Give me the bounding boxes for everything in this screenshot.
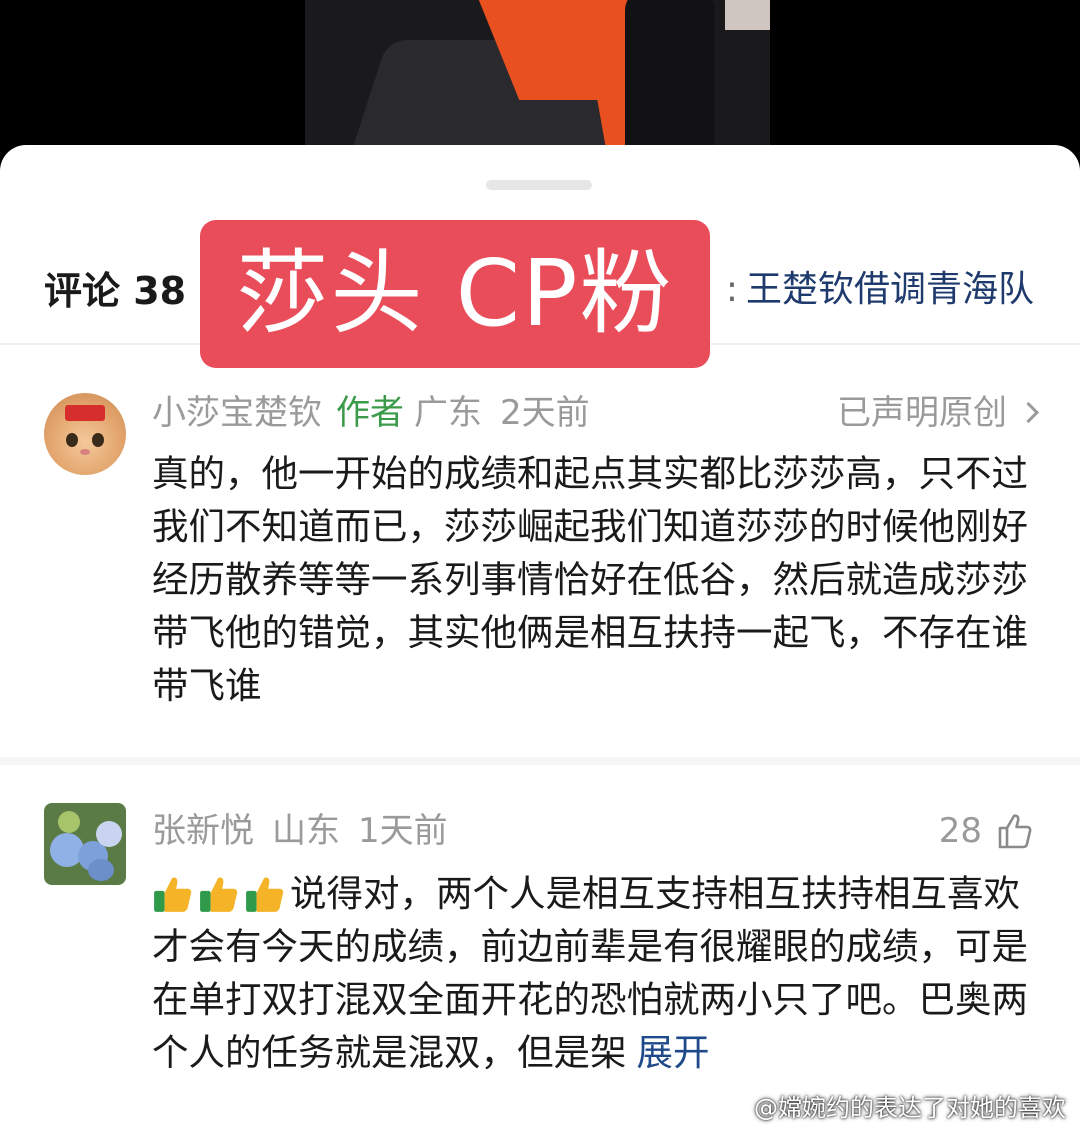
- location: 山东: [272, 811, 340, 851]
- comment-meta: 张新悦 山东 1天前: [152, 803, 448, 859]
- avatar[interactable]: [44, 803, 126, 885]
- topic-text: 王楚钦借调青海队: [745, 269, 1034, 310]
- like-count: 28: [938, 811, 982, 851]
- thumbs-up-emoji-icon: [246, 876, 284, 912]
- comment-text: 真的，他一开始的成绩和起点其实都比莎莎高，只不过我们不知道而已，莎莎崛起我们知道…: [152, 452, 1028, 707]
- divider: [0, 757, 1080, 765]
- timestamp: 2天前: [500, 393, 590, 433]
- topic-colon: :: [725, 269, 738, 310]
- original-label: 已声明原创: [837, 393, 1007, 433]
- username[interactable]: 小莎宝楚钦: [152, 393, 322, 433]
- thumbs-up-emoji-icon: [200, 876, 238, 912]
- watermark: @嫦婉约的表达了对她的喜欢: [718, 1090, 1066, 1126]
- overlay-label: 莎头 CP粉: [200, 220, 710, 368]
- original-declaration-link[interactable]: 已声明原创: [837, 385, 1040, 441]
- username[interactable]: 张新悦: [152, 811, 254, 851]
- comment-text: 说得对，两个人是相互支持相互扶持相互喜欢才会有今天的成绩，前边前辈是有很耀眼的成…: [152, 867, 1037, 1079]
- watermark-text: @嫦婉约的表达了对她的喜欢: [754, 1094, 1066, 1122]
- weibo-logo-icon: [718, 1098, 747, 1120]
- avatar[interactable]: [44, 393, 126, 475]
- chevron-right-icon: [1017, 401, 1040, 424]
- avatar-badge: [65, 405, 105, 421]
- expand-link[interactable]: 展开: [637, 1031, 710, 1074]
- location: 广东: [414, 393, 482, 433]
- like-button[interactable]: 28: [939, 803, 1034, 859]
- thumbs-up-icon: [998, 814, 1032, 849]
- comment-meta: 小莎宝楚钦 作者 广东 2天前: [152, 385, 590, 441]
- thumbs-up-emoji-icon: [154, 876, 192, 912]
- drag-handle[interactable]: [486, 180, 592, 190]
- timestamp: 1天前: [358, 811, 448, 851]
- topic-link[interactable]: : 王楚钦借调青海队: [726, 260, 1034, 312]
- comments-count: 评论 38: [44, 269, 187, 313]
- author-tag: 作者: [336, 393, 404, 433]
